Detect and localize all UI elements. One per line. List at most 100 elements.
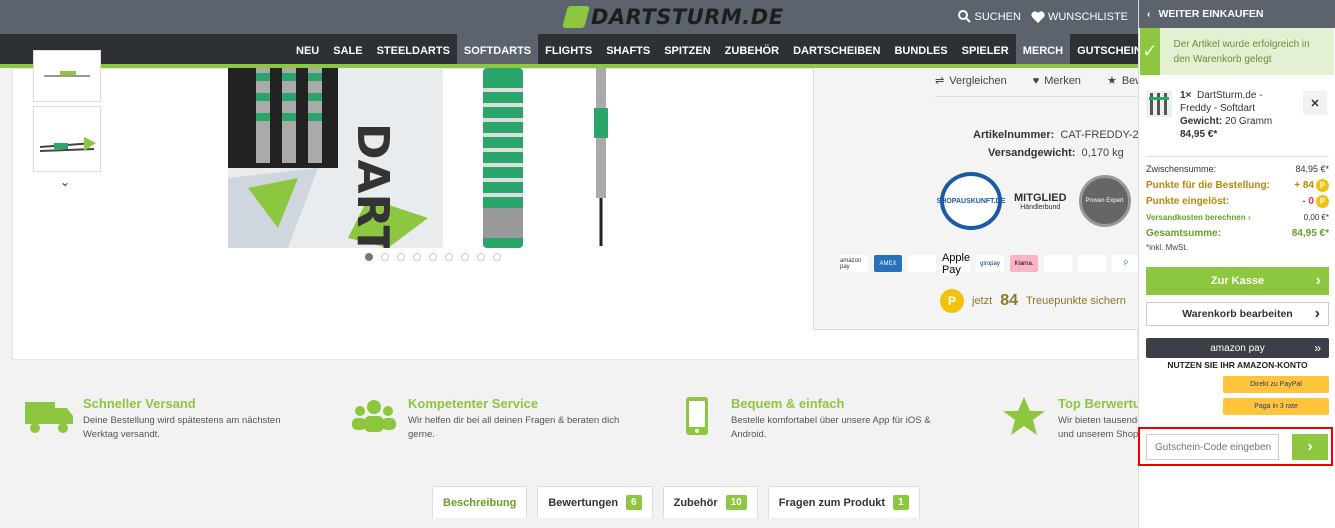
chevron-right-icon: › [1314,305,1320,322]
points-prefix: jetzt [972,295,993,307]
amazon-pay-label: amazon pay [1210,342,1265,354]
continue-shopping-label: WEITER EINKAUFEN [1158,8,1264,20]
thumbnail-dart-image [39,137,96,152]
feature-text: Wir helfen dir bei all deinen Fragen & b… [408,415,620,440]
continue-shopping-button[interactable]: ‹ WEITER EINKAUFEN [1139,0,1335,28]
cart-item-image[interactable] [1146,91,1172,117]
carousel-dot[interactable] [365,253,373,261]
search-icon [958,10,972,23]
remove-item-button[interactable]: ✕ [1303,91,1327,115]
feature-title: Kompetenter Service [408,396,539,411]
shipping-weight-label: Versandgewicht: [988,147,1076,159]
paypal-installments-label: Paga in 3 rate [1254,403,1298,410]
cart-item-name[interactable]: DartSturm.de - [1197,90,1263,101]
points-order-value: + 84 [1294,179,1314,191]
payment-logo: amazon pay [840,255,868,272]
thumbnail-1[interactable] [33,50,101,102]
dartsturm-logo[interactable]: DARTSTURM.DE [562,4,784,30]
feature-title: Top Berwertu [1058,396,1141,411]
thumbnail-2[interactable] [33,106,101,172]
nav-item-flights[interactable]: FLIGHTS [538,34,599,64]
nav-item-zubeh-r[interactable]: ZUBEHÖR [718,34,786,64]
vat-note: *inkl. MwSt. [1146,243,1188,252]
tab-count-badge: 10 [725,495,747,510]
nav-item-softdarts[interactable]: SOFTDARTS [456,34,539,64]
article-number-value: CAT-FREDDY-20 [1060,129,1145,141]
payment-logo: giropay [976,255,1004,272]
calculate-shipping-link[interactable]: Versandkosten berechnen › [1146,213,1250,222]
payment-logo: P [1112,255,1140,272]
carousel-dot[interactable] [477,253,485,261]
top-header: DARTSTURM.DE SUCHEN WUNSCHLISTE [0,0,1138,34]
points-redeemed-value: - 0 [1302,195,1314,207]
search-link[interactable]: SUCHEN [958,10,1021,23]
nav-item-spieler[interactable]: SPIELER [955,34,1016,64]
remember-button[interactable]: ♥ Merken [1033,74,1081,87]
amazon-pay-button[interactable]: amazon pay » [1146,338,1329,358]
carousel-dot[interactable] [445,253,453,261]
points-order-label: Punkte für die Bestellung: [1146,179,1270,191]
smartphone-icon [673,396,721,436]
cart-item-weight-label: Gewicht: [1180,116,1223,127]
carousel-dot[interactable] [429,253,437,261]
divider [935,96,1138,97]
thumbnail-dart-image [44,71,90,77]
cart-item-name-line2[interactable]: Freddy - Softdart [1180,102,1272,115]
nav-item-bundles[interactable]: BUNDLES [887,34,954,64]
truck-icon [25,396,73,436]
nav-item-shafts[interactable]: SHAFTS [599,34,657,64]
payment-logo [1044,255,1072,272]
thumbnail-scroll-down-icon[interactable]: ⌄ [60,175,70,189]
shipping-label: Versandkosten berechnen [1146,212,1246,222]
product-image[interactable]: DARTS [228,68,618,248]
nav-item-sale[interactable]: SALE [326,34,369,64]
cart-line-item: 1× DartSturm.de - Freddy - Softdart Gewi… [1146,89,1329,147]
paypal-installments-button[interactable]: Paga in 3 rate [1223,398,1329,415]
carousel-dot[interactable] [381,253,389,261]
nav-item-steeldarts[interactable]: STEELDARTS [370,34,457,64]
haendlerbund-member-badge[interactable]: MITGLIED Händlerbund [1014,192,1067,211]
nav-item-dartscheiben[interactable]: DARTSCHEIBEN [786,34,887,64]
apply-coupon-button[interactable]: › [1292,434,1328,460]
heart-icon: ♥ [1032,74,1040,87]
logo-icon [562,6,590,28]
paypal-direct-button[interactable]: Direkt zu PayPal [1223,376,1329,393]
checkout-button[interactable]: Zur Kasse › [1146,267,1329,295]
tab-beschreibung[interactable]: Beschreibung [432,486,528,518]
product-tabs: Beschreibung Bewertungen 6 Zubehör 10 Fragen … [432,486,920,518]
checkout-label: Zur Kasse [1210,275,1265,287]
compare-button[interactable]: ⇌ Vergleichen [935,74,1007,88]
tab-bewertungen[interactable]: Bewertungen 6 [537,486,653,518]
logo-text: DARTSTURM.DE [591,5,784,29]
wishlist-link[interactable]: WUNSCHLISTE [1031,10,1128,23]
loyalty-points: P jetzt 84 Treuepunkte sichern [940,289,1126,313]
wishlist-label: WUNSCHLISTE [1047,10,1128,23]
svg-text:DARTS: DARTS [347,123,398,248]
feature-title: Bequem & einfach [731,396,845,411]
article-number-label: Artikelnummer: [973,129,1055,141]
feature-app: Bequem & einfach Bestelle komfortabel üb… [673,396,946,442]
edit-cart-button[interactable]: Warenkorb bearbeiten › [1146,302,1329,326]
payment-logo [1078,255,1106,272]
tab-zubeh-r[interactable]: Zubehör 10 [662,486,758,518]
proven-expert-seal[interactable]: Proven Expert [1078,175,1131,227]
tab-fragen-zum-produkt[interactable]: Fragen zum Produkt 1 [767,486,920,518]
points-coin-icon: P [940,289,964,313]
nav-item-spitzen[interactable]: SPITZEN [657,34,717,64]
carousel-dot[interactable] [461,253,469,261]
coupon-code-input[interactable] [1146,434,1279,460]
carousel-dot[interactable] [493,253,501,261]
points-suffix: Treuepunkte sichern [1025,295,1126,307]
main-nav: NEU SALE STEELDARTS SOFTDARTS FLIGHTS SHAFTS S… [0,34,1149,68]
image-carousel-dots [365,253,501,261]
nav-item-neu[interactable]: NEU [289,34,326,64]
heart-icon [1031,10,1045,23]
payment-logo [908,255,936,272]
carousel-dot[interactable] [413,253,421,261]
nav-item-merch[interactable]: MERCH [1015,34,1071,64]
shipping-value: 0,00 €* [1303,212,1329,222]
carousel-dot[interactable] [397,253,405,261]
points-value: 84 [1000,292,1018,309]
shipping-weight-value: 0,170 kg [1081,147,1124,159]
shopauskunft-seal[interactable]: SHOPAUSKUNFT.DE [937,172,1005,230]
